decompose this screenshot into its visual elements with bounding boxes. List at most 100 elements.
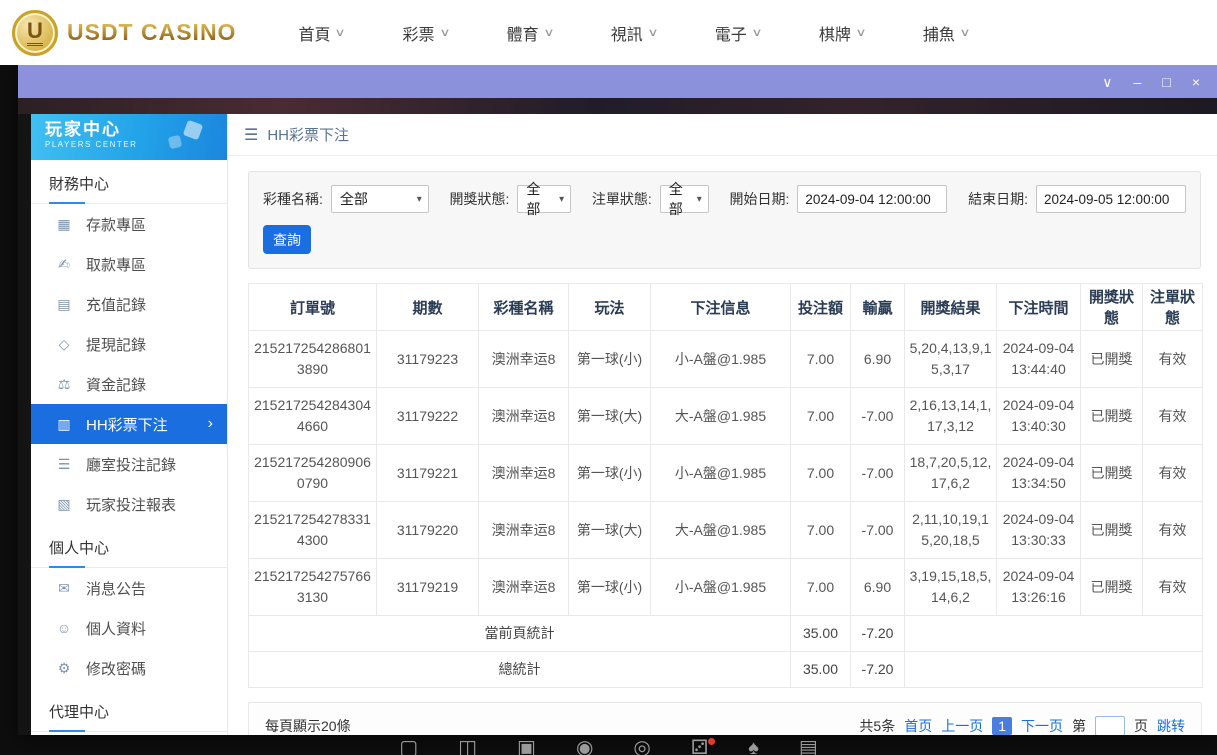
search-button[interactable]: 查詢 — [263, 225, 311, 254]
sidebar-item-withdraw[interactable]: ✍取款專區 — [31, 244, 227, 284]
jump-button[interactable]: 跳转 — [1157, 716, 1185, 735]
draw-status-select[interactable]: 全部 ▾ — [517, 185, 571, 213]
chevron-down-icon: ∨ — [335, 26, 346, 39]
table-cell: 5,20,4,13,9,15,3,17 — [905, 331, 997, 388]
nav-item[interactable]: 彩票 ∨ — [403, 21, 449, 45]
nav-item[interactable]: 電子∨ — [715, 21, 761, 45]
table-cell: 有效 — [1143, 502, 1203, 559]
money-icon: ◇ — [55, 336, 73, 353]
brand-logo[interactable]: U USDT CASINO — [12, 10, 236, 56]
sidebar-item-deposit[interactable]: ▦存款專區 — [31, 204, 227, 244]
sidebar-item-label: 個人資料 — [86, 618, 146, 639]
column-header: 輸贏 — [851, 284, 905, 331]
table-cell: 已開獎 — [1081, 502, 1143, 559]
pagination-bar: 每頁顯示20條 共5条 首页 上一页 1 下一页 第 页 跳转 — [248, 702, 1202, 735]
sidebar-item-recharge-record[interactable]: ▤充值記錄 — [31, 284, 227, 324]
table-cell: 2152172542757663130 — [249, 559, 377, 616]
table-cell: 已開獎 — [1081, 445, 1143, 502]
report-icon: ▧ — [55, 496, 73, 513]
chevron-down-icon: ∨ — [959, 26, 970, 39]
page-number-input[interactable] — [1095, 716, 1125, 735]
sidebar-item-label: HH彩票下注 — [86, 414, 168, 435]
list-icon: ☰ — [55, 456, 73, 473]
sidebar-item-funds-record[interactable]: ⚖資金記錄 — [31, 364, 227, 404]
table-cell: 2152172542809060790 — [249, 445, 377, 502]
sidebar-item-change-password[interactable]: ⚙修改密碼 — [31, 648, 227, 688]
player-center-window: ∨ – □ × 玩家中心 PLAYERS CENTER 財務中心▦存款專區✍取款… — [18, 65, 1217, 735]
nav-item[interactable]: 體育∨ — [507, 21, 553, 45]
sidebar-item-announcements[interactable]: ✉消息公告 — [31, 568, 227, 608]
nav-item[interactable]: 視訊∨ — [611, 21, 657, 45]
table-row: 215217254280906079031179221澳洲幸运8第一球(小)小-… — [249, 445, 1203, 502]
draw-status-label: 開獎狀態: — [449, 189, 509, 209]
sidebar-section-title: 代理中心 — [31, 688, 227, 732]
game-icon: ◉ — [576, 738, 593, 755]
nav-item-label: 電子 — [715, 21, 747, 45]
top-navbar: U USDT CASINO 首頁∨彩票∨體育∨視訊∨電子∨棋牌∨捕魚∨ — [0, 0, 1217, 65]
window-dropdown-icon[interactable]: ∨ — [1102, 75, 1112, 89]
player-center-subtitle: PLAYERS CENTER — [45, 140, 227, 149]
column-header: 注單狀態 — [1143, 284, 1203, 331]
table-cell: 2024-09-04 13:34:50 — [997, 445, 1081, 502]
current-page[interactable]: 1 — [992, 717, 1012, 735]
sidebar-item-profile[interactable]: ☺ 個人資料 — [31, 608, 227, 648]
table-row: 215217254275766313031179219澳洲幸运8第一球(小)小-… — [249, 559, 1203, 616]
window-maximize-icon[interactable]: □ — [1162, 75, 1170, 89]
table-cell: 澳洲幸运8 — [479, 331, 569, 388]
ink-icon: ▤ — [55, 296, 73, 313]
column-header: 下注信息 — [651, 284, 791, 331]
table-cell: 2024-09-04 13:40:30 — [997, 388, 1081, 445]
table-cell: 小-A盤@1.985 — [651, 331, 791, 388]
chevron-right-icon: › — [208, 415, 213, 433]
nav-item-label: 彩票 — [403, 21, 435, 45]
sidebar-item-room-bet-record[interactable]: ☰廳室投注記錄 — [31, 444, 227, 484]
table-cell: 18,7,20,5,12,17,6,2 — [905, 445, 997, 502]
nav-item-label: 首頁 — [298, 21, 330, 45]
table-cell: 31179219 — [377, 559, 479, 616]
game-icon: ▣ — [517, 738, 536, 755]
nav-item[interactable]: 捕魚∨ — [923, 21, 969, 45]
window-close-icon[interactable]: × — [1192, 75, 1200, 89]
table-cell: 第一球(大) — [569, 502, 651, 559]
table-cell: 已開獎 — [1081, 559, 1143, 616]
summary-bet-total: 35.00 — [791, 652, 851, 688]
lottery-name-select[interactable]: 全部 ▾ — [331, 185, 429, 213]
sidebar-item-withdraw-record[interactable]: ◇提現記錄 — [31, 324, 227, 364]
order-status-select[interactable]: 全部 ▾ — [660, 185, 709, 213]
chevron-down-icon: ▾ — [559, 194, 564, 205]
sidebar-item-hh-lottery-bets[interactable]: ▥HH彩票下注› — [31, 404, 227, 444]
summary-empty — [905, 616, 1203, 652]
page-title: HH彩票下注 — [267, 124, 349, 145]
scale-icon: ⚖ — [55, 376, 73, 393]
end-date-label: 結束日期: — [968, 189, 1028, 209]
table-cell: 大-A盤@1.985 — [651, 388, 791, 445]
prev-page-link[interactable]: 上一页 — [941, 716, 983, 735]
column-header: 開獎結果 — [905, 284, 997, 331]
top-nav: 首頁∨彩票∨體育∨視訊∨電子∨棋牌∨捕魚∨ — [298, 21, 969, 45]
table-cell: 7.00 — [791, 445, 851, 502]
sidebar-item-player-bet-report[interactable]: ▧玩家投注報表 — [31, 484, 227, 524]
filter-panel: 彩種名稱: 全部 ▾ 開獎狀態: 全部 ▾ 注單狀態: — [248, 171, 1201, 269]
start-date-input[interactable] — [797, 185, 947, 213]
table-cell: 有效 — [1143, 559, 1203, 616]
main-content: ☰ HH彩票下注 彩種名稱: 全部 ▾ 開獎狀態: 全部 — [227, 114, 1217, 735]
menu-icon[interactable]: ☰ — [244, 125, 258, 145]
table-cell: 7.00 — [791, 331, 851, 388]
game-icon: ⚂ — [691, 738, 708, 755]
table-cell: 2152172542843044660 — [249, 388, 377, 445]
game-icon: ◎ — [633, 738, 650, 755]
end-date-input[interactable] — [1036, 185, 1186, 213]
nav-item[interactable]: 首頁 ∨ — [298, 21, 344, 45]
page-size-text: 每頁顯示20條 — [265, 716, 351, 735]
sidebar-section-title: 財務中心 — [31, 160, 227, 204]
sidebar-sections: 財務中心▦存款專區✍取款專區▤充值記錄◇提現記錄⚖資金記錄▥HH彩票下注›☰廳室… — [31, 160, 227, 732]
chevron-down-icon: ∨ — [439, 26, 450, 39]
first-page-link[interactable]: 首页 — [904, 716, 932, 735]
next-page-link[interactable]: 下一页 — [1021, 716, 1063, 735]
person-icon: ☺ — [55, 620, 73, 636]
nav-item[interactable]: 棋牌∨ — [819, 21, 865, 45]
window-minimize-icon[interactable]: – — [1134, 75, 1142, 89]
chevron-down-icon: ∨ — [855, 26, 866, 39]
total-count: 共5条 — [859, 716, 895, 735]
table-cell: 已開獎 — [1081, 388, 1143, 445]
